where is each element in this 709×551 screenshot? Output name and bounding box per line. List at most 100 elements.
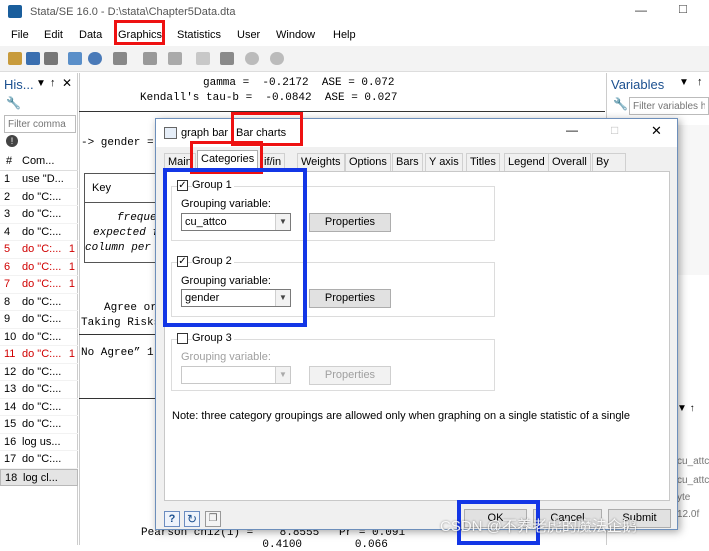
history-row-number: 17 (4, 453, 17, 465)
help-icon[interactable]: ? (164, 511, 180, 527)
tab-y-axis[interactable]: Y axis (425, 153, 463, 171)
history-row-command: log cl... (23, 471, 58, 484)
watermark: CSDN @不养老虎的魔法企鹅 (440, 518, 637, 535)
history-row-command: do "C:... (22, 260, 62, 273)
wrench-icon[interactable]: 🔧 (6, 96, 21, 110)
save-icon[interactable] (26, 52, 40, 65)
data-editor-icon[interactable] (168, 52, 182, 65)
pin-icon[interactable]: ↑ (50, 77, 56, 89)
viewer-icon[interactable] (88, 52, 102, 65)
group3-checkbox[interactable] (177, 333, 188, 344)
history-row[interactable]: 13 do "C:... (0, 381, 78, 399)
history-col-num[interactable]: # (6, 155, 12, 167)
break-icon[interactable] (270, 52, 284, 65)
note-text: Note: three category groupings are allow… (172, 410, 630, 422)
minimize-icon[interactable]: — (566, 123, 578, 137)
history-row-command: do "C:... (22, 313, 62, 325)
log-icon[interactable] (68, 52, 82, 65)
graph-icon[interactable] (113, 52, 127, 65)
pin-icon[interactable]: ▼ (36, 78, 46, 89)
history-row[interactable]: 3 do "C:... (0, 206, 78, 224)
result-kendall: Kendall's tau-b = -0.0842 ASE = 0.027 (140, 92, 398, 104)
history-row-number: 11 (4, 348, 16, 360)
tab-titles[interactable]: Titles (466, 153, 500, 171)
tab-options[interactable]: Options (345, 153, 391, 171)
key-box: Key freque expected f column per (84, 173, 164, 263)
history-row[interactable]: 4 do "C:... (0, 224, 78, 241)
history-filter-input[interactable] (4, 115, 76, 133)
annotation-graphics-highlight (114, 20, 165, 45)
key-title: Key (92, 182, 111, 194)
menu-file[interactable]: File (11, 29, 29, 41)
menu-data[interactable]: Data (79, 29, 102, 41)
close-icon[interactable]: ✕ (651, 123, 662, 139)
result-no-agree: No Agree” 1 “ (81, 347, 167, 359)
history-row-command: do "C:... (22, 330, 62, 343)
history-row[interactable]: 5 do "C:... 1 (0, 241, 78, 259)
divider (79, 73, 80, 545)
history-row[interactable]: 16 log us... (0, 434, 78, 451)
history-row-number: 16 (4, 435, 17, 448)
rule (85, 202, 163, 203)
history-row[interactable]: 1 use "D... (0, 171, 78, 189)
menu-user[interactable]: User (237, 29, 260, 41)
menu-help[interactable]: Help (333, 29, 356, 41)
variable-format-fragment: 12.0f (677, 509, 700, 520)
rule (79, 111, 605, 112)
key-column-percent: column per (85, 242, 152, 254)
pin-icon[interactable]: ▼ (679, 77, 689, 88)
close-icon[interactable]: ✕ (62, 76, 72, 90)
history-row[interactable]: 17 do "C:... (0, 451, 78, 469)
history-row[interactable]: 9 do "C:... (0, 311, 78, 329)
variables-manager-icon[interactable] (220, 52, 234, 65)
group2-properties-button[interactable]: Properties (309, 289, 391, 308)
menu-window[interactable]: Window (276, 29, 315, 41)
maximize-icon: □ (611, 123, 619, 137)
rule (79, 334, 155, 335)
result-taking-risks: Taking Risks (81, 317, 161, 329)
history-row[interactable]: 6 do "C:... 1 (0, 259, 78, 276)
history-panel: His... ▼ ↑ ✕ 🔧 ! # Com... 1 use "D... 2 do … (0, 73, 78, 545)
history-row[interactable]: 12 do "C:... (0, 364, 78, 381)
minimize-icon[interactable]: — (635, 3, 647, 17)
pin-icon[interactable]: ▼ ↑ (677, 403, 695, 414)
history-row-command: do "C:... (22, 453, 62, 465)
history-row[interactable]: 8 do "C:... (0, 294, 78, 311)
variables-filter-input[interactable] (629, 97, 709, 115)
data-browser-icon[interactable] (196, 52, 210, 65)
history-row[interactable]: 2 do "C:... (0, 189, 78, 206)
pin-icon[interactable]: ↑ (697, 76, 703, 88)
history-row[interactable]: 7 do "C:... 1 (0, 276, 78, 294)
print-icon[interactable] (44, 52, 58, 65)
history-row-error-code: 1 (68, 278, 75, 290)
variable-type-fragment: yte (677, 492, 691, 503)
history-row[interactable]: 14 do "C:... (0, 399, 78, 416)
history-row[interactable]: 15 do "C:... (0, 416, 78, 434)
tab-bars[interactable]: Bars (392, 153, 423, 171)
menu-bar: File Edit Data Graphics Statistics User … (0, 24, 709, 46)
info-icon: ! (6, 135, 18, 147)
key-frequency: freque (117, 212, 157, 224)
tab-by[interactable]: By (592, 153, 626, 171)
maximize-icon[interactable]: □ (679, 1, 687, 16)
history-col-command[interactable]: Com... (22, 155, 54, 167)
copy-command-icon[interactable]: ❐ (205, 511, 221, 527)
history-row[interactable]: 10 do "C:... (0, 329, 78, 346)
history-row[interactable]: 18 log cl... (0, 468, 78, 486)
history-row-error-code: 1 (68, 243, 75, 255)
history-row-number: 1 (4, 173, 11, 185)
do-file-editor-icon[interactable] (143, 52, 157, 65)
tab-overall[interactable]: Overall (548, 153, 591, 171)
wrench-icon[interactable]: 🔧 (613, 97, 628, 111)
history-row-error-code: 1 (68, 260, 75, 273)
history-title: His... (4, 77, 34, 92)
result-gamma: gamma = -0.2172 ASE = 0.072 (203, 77, 395, 89)
open-icon[interactable] (8, 52, 22, 65)
menu-statistics[interactable]: Statistics (177, 29, 221, 41)
group1-properties-button[interactable]: Properties (309, 213, 391, 232)
menu-edit[interactable]: Edit (44, 29, 63, 41)
reset-icon[interactable]: ↻ (184, 511, 200, 527)
tab-legend[interactable]: Legend (504, 153, 549, 171)
history-row[interactable]: 11 do "C:... 1 (0, 346, 78, 364)
more-icon[interactable] (245, 52, 259, 65)
